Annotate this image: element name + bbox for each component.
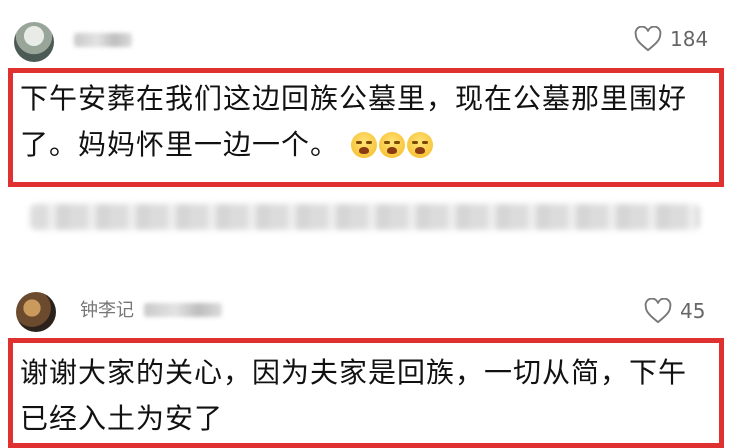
blurred-reply-text bbox=[30, 204, 700, 230]
comment-1: 184 下午安葬在我们这边回族公墓里，现在公墓那里围好了。妈妈怀里一边一个。 bbox=[0, 0, 736, 260]
username[interactable]: 钟李记 bbox=[80, 301, 134, 321]
comment-text: 下午安葬在我们这边回族公墓里，现在公墓那里围好了。妈妈怀里一边一个。 bbox=[20, 76, 690, 168]
username-text: 钟李记 bbox=[80, 300, 134, 321]
like-count: 45 bbox=[680, 299, 706, 323]
avatar[interactable] bbox=[16, 292, 56, 332]
like-button[interactable]: 184 bbox=[634, 26, 708, 52]
comment-text: 谢谢大家的关心，因为夫家是回族，一切从简，下午已经入土为安了 bbox=[20, 350, 700, 442]
like-count: 184 bbox=[670, 27, 709, 51]
like-button[interactable]: 45 bbox=[644, 298, 705, 324]
crying-face-icon bbox=[350, 132, 377, 158]
avatar[interactable] bbox=[14, 22, 54, 62]
username-blurred bbox=[144, 303, 222, 317]
comment-text-content: 谢谢大家的关心，因为夫家是回族，一切从简，下午已经入土为安了 bbox=[20, 356, 688, 435]
username-blurred bbox=[74, 33, 132, 47]
crying-face-icon bbox=[406, 132, 433, 158]
heart-icon bbox=[644, 298, 672, 324]
heart-icon bbox=[634, 26, 662, 52]
crying-face-icon bbox=[378, 132, 405, 158]
